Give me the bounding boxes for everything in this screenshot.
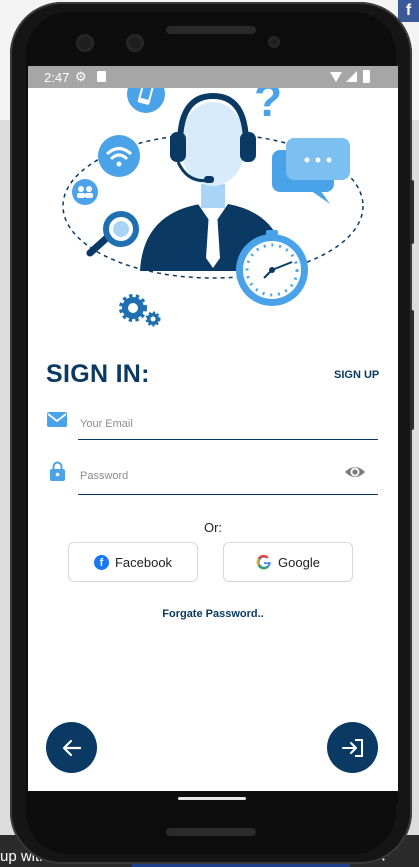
bottom-speaker bbox=[166, 828, 256, 836]
email-icon bbox=[47, 412, 67, 427]
google-button-label: Google bbox=[278, 554, 320, 570]
people-bubble-icon bbox=[72, 179, 98, 205]
earpiece-speaker bbox=[166, 26, 256, 34]
front-camera-right bbox=[126, 34, 144, 52]
facebook-login-button[interactable]: f Facebook bbox=[68, 542, 198, 582]
customer-support-agent-illustration: ? bbox=[62, 74, 364, 327]
google-icon bbox=[256, 554, 271, 570]
home-gesture-pill[interactable] bbox=[178, 797, 246, 800]
password-field[interactable] bbox=[78, 462, 342, 490]
power-button bbox=[410, 310, 414, 430]
page-title: SIGN IN: bbox=[46, 360, 150, 388]
wifi-bubble-icon bbox=[98, 135, 140, 177]
battery-icon bbox=[363, 70, 370, 83]
or-divider-label: Or: bbox=[203, 520, 223, 535]
lock-icon bbox=[50, 461, 65, 481]
front-camera-left bbox=[76, 34, 94, 52]
facebook-icon: f bbox=[93, 554, 109, 570]
magnifier-icon bbox=[86, 211, 139, 257]
app-screen: ? 2:47 ⚙ SIGN IN: SIGN UP Your Email Or:… bbox=[28, 66, 398, 791]
back-button[interactable] bbox=[46, 722, 97, 773]
login-submit-button[interactable] bbox=[327, 722, 378, 773]
sign-up-link[interactable]: SIGN UP bbox=[334, 369, 379, 381]
gears-icon bbox=[119, 294, 161, 327]
show-password-eye-icon[interactable] bbox=[344, 464, 366, 480]
facebook-button-label: Facebook bbox=[114, 554, 173, 570]
wifi-icon bbox=[330, 72, 342, 82]
signal-icon bbox=[346, 71, 357, 82]
status-time: 2:47 bbox=[44, 70, 70, 85]
gear-icon: ⚙ bbox=[75, 69, 87, 84]
chat-bubbles-icon bbox=[272, 138, 350, 204]
facebook-badge-icon: f bbox=[398, 0, 419, 22]
password-underline bbox=[78, 494, 378, 495]
arrow-left-icon bbox=[62, 739, 81, 756]
google-login-button[interactable]: Google bbox=[223, 542, 353, 582]
email-field[interactable] bbox=[78, 410, 382, 438]
login-icon bbox=[341, 738, 363, 757]
proximity-sensor bbox=[268, 36, 280, 48]
email-underline bbox=[78, 439, 378, 440]
forgot-password-link[interactable]: Forgate Password.. bbox=[28, 608, 398, 620]
volume-button bbox=[410, 180, 414, 244]
status-bar: 2:47 ⚙ bbox=[28, 66, 398, 88]
sd-card-icon bbox=[97, 71, 106, 82]
